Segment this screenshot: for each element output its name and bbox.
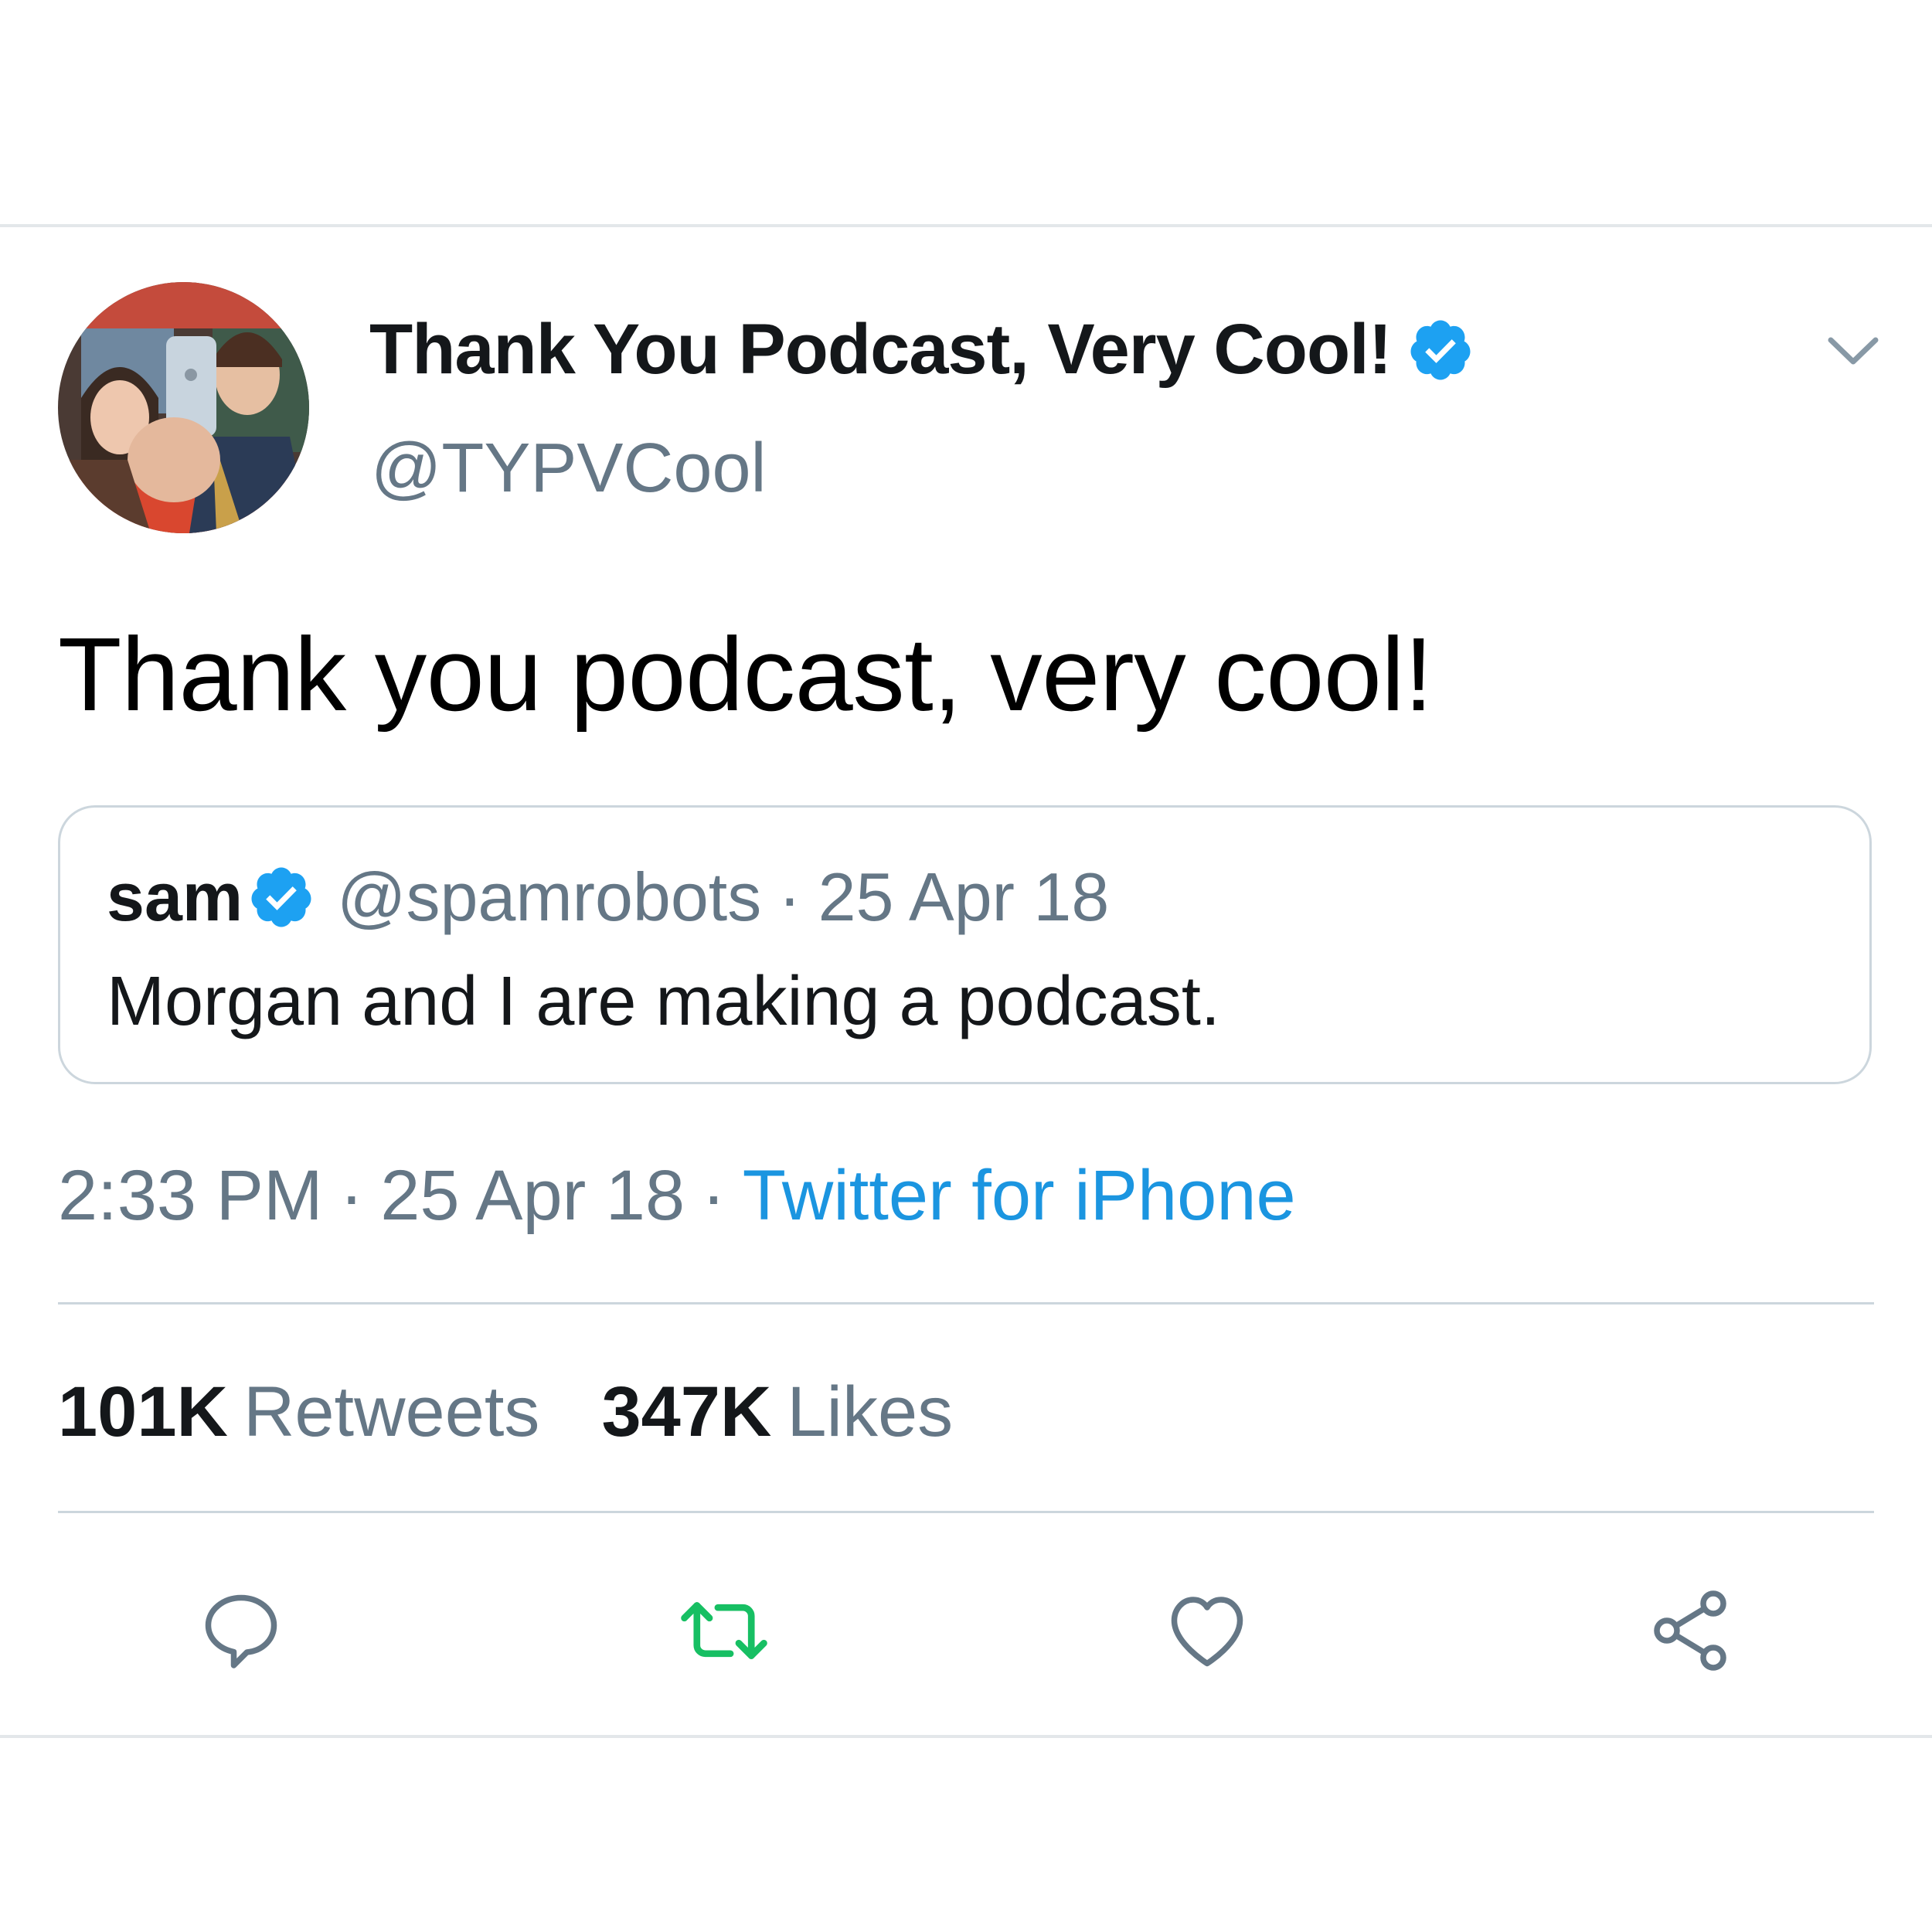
display-name[interactable]: Thank You Podcast, Very Cool! xyxy=(369,309,1392,390)
top-divider xyxy=(0,224,1932,227)
quoted-tweet-text: Morgan and I are making a podcast. xyxy=(107,963,1220,1040)
likes-count: 347K xyxy=(601,1372,772,1451)
stats-bottom-divider xyxy=(58,1511,1874,1513)
profile-avatar[interactable] xyxy=(58,282,309,533)
tweet-source-link[interactable]: Twitter for iPhone xyxy=(743,1156,1296,1235)
quoted-tweet-card[interactable]: sam @spamrobots · 25 Apr 18 Morgan and I… xyxy=(58,805,1872,1084)
retweet-icon[interactable] xyxy=(674,1580,774,1681)
tweet-meta: 2:33 PM · 25 Apr 18 · Twitter for iPhone xyxy=(58,1155,1296,1236)
verified-badge-icon xyxy=(1406,316,1475,384)
tweet-time: 2:33 PM xyxy=(58,1156,323,1235)
bottom-divider xyxy=(0,1735,1932,1738)
avatar-image xyxy=(58,282,309,533)
retweets-label: Retweets xyxy=(243,1372,540,1451)
share-icon[interactable] xyxy=(1640,1580,1740,1681)
chevron-down-icon[interactable] xyxy=(1826,332,1880,371)
quoted-date: 25 Apr 18 xyxy=(818,859,1110,935)
user-handle[interactable]: @TYPVCool xyxy=(371,429,767,509)
meta-separator: · xyxy=(339,1156,364,1235)
heart-icon[interactable] xyxy=(1157,1580,1257,1681)
display-name-row[interactable]: Thank You Podcast, Very Cool! xyxy=(369,309,1475,390)
tweet-stats: 101K Retweets 347K Likes xyxy=(58,1372,1015,1453)
tweet-text: Thank you podcast, very cool! xyxy=(58,616,1433,733)
tweet-date: 25 Apr 18 xyxy=(380,1156,685,1235)
quoted-user-name: sam xyxy=(107,859,243,935)
stats-top-divider xyxy=(58,1302,1874,1304)
verified-badge-icon xyxy=(247,863,315,931)
likes-label: Likes xyxy=(787,1372,954,1451)
retweets-stat[interactable]: 101K Retweets xyxy=(58,1372,539,1453)
quoted-tweet-header: sam @spamrobots · 25 Apr 18 xyxy=(107,858,1109,937)
reply-icon[interactable] xyxy=(191,1580,291,1681)
likes-stat[interactable]: 347K Likes xyxy=(601,1372,953,1453)
meta-separator: · xyxy=(702,1156,726,1235)
retweets-count: 101K xyxy=(58,1372,228,1451)
quoted-user-handle: @spamrobots xyxy=(337,859,762,935)
quoted-separator: · xyxy=(778,859,801,935)
